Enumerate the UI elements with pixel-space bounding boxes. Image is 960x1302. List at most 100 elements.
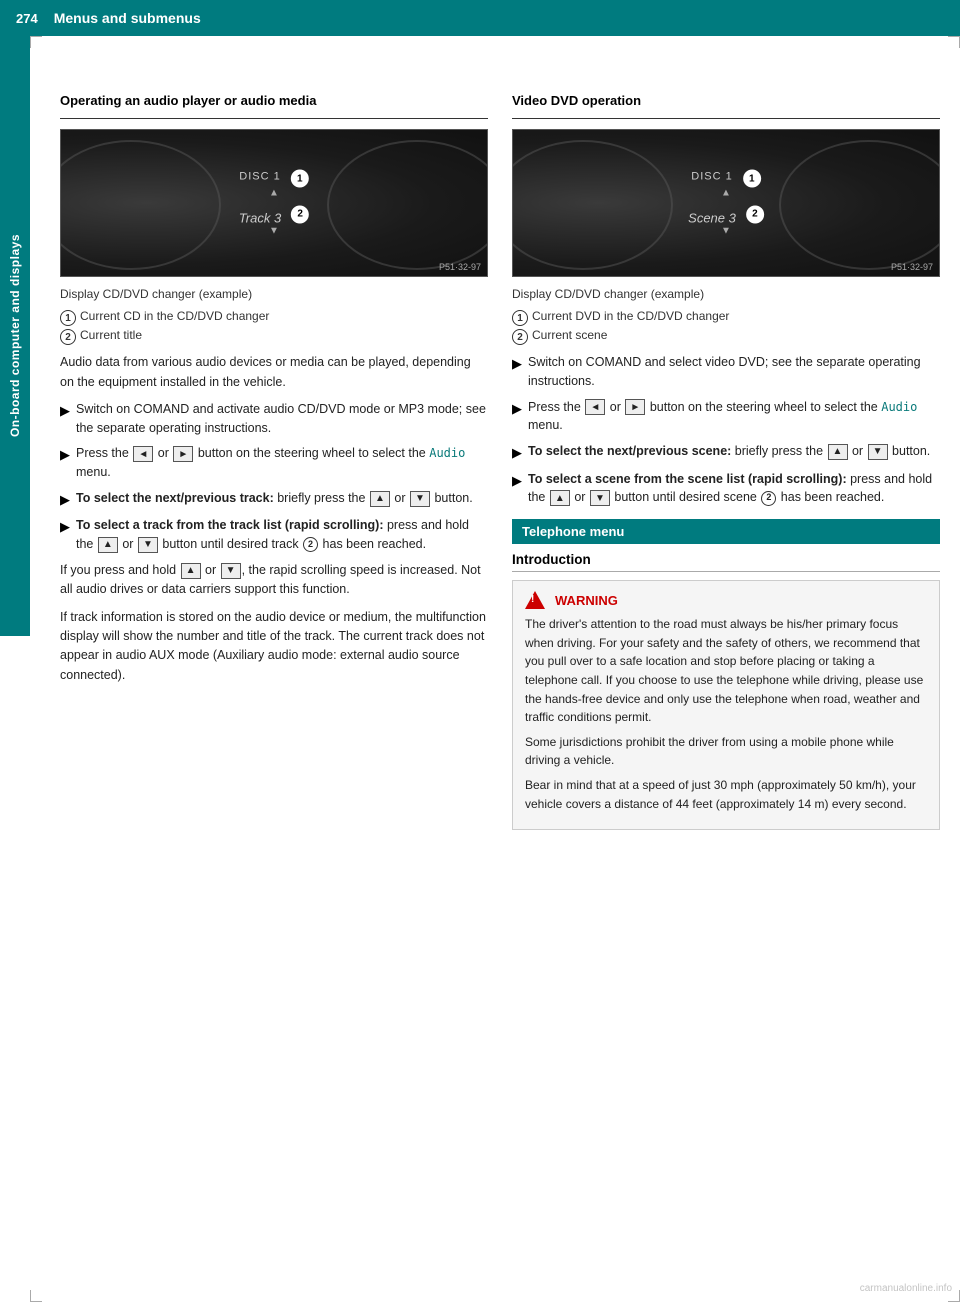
warning-box: WARNING The driver's attention to the ro… (512, 580, 940, 830)
corner-tr (948, 36, 960, 48)
bullet-arrow-4: ▶ (60, 517, 70, 554)
left-bullet-2: ▶ Press the ◄ or ► button on the steerin… (60, 444, 488, 482)
page-number: 274 (16, 11, 38, 26)
btn-down-3: ▼ (410, 491, 430, 507)
left-display-image: DISC 1 1 ▲ Track 3 2 ▼ P51·32-97 (60, 129, 488, 277)
left-body-para: Audio data from various audio devices or… (60, 353, 488, 392)
img-ref-right: P51·32-97 (891, 262, 933, 272)
right-btn-up-3: ▲ (828, 444, 848, 460)
circle-scene: 2 (761, 491, 776, 506)
center-display-right: DISC 1 1 ▲ Scene 3 2 ▼ (688, 170, 764, 237)
right-bullet-2: ▶ Press the ◄ or ► button on the steerin… (512, 398, 940, 436)
disc-label-left: DISC 1 (239, 171, 280, 183)
right-bullet-3-text: To select the next/previous scene: brief… (528, 442, 940, 463)
main-content: Operating an audio player or audio media… (50, 72, 960, 850)
badge1-left: 1 (291, 170, 309, 188)
left-caption-item-1: 1 Current CD in the CD/DVD changer (60, 309, 488, 326)
right-bullet-1-text: Switch on COMAND and select video DVD; s… (528, 353, 940, 391)
btn-up-3: ▲ (370, 491, 390, 507)
bullet-arrow-1: ▶ (60, 401, 70, 438)
center-display-left: DISC 1 1 ▲ Track 3 2 ▼ (239, 170, 309, 237)
track-label-left: Track 3 (239, 211, 281, 226)
corner-bl (30, 1290, 42, 1302)
disc-label-right: DISC 1 (691, 171, 732, 183)
btn-prev-icon: ◄ (133, 446, 153, 462)
intro-title: Introduction (512, 552, 940, 572)
right-audio-menu: Audio (881, 400, 917, 414)
header-bar: 274 Menus and submenus (0, 0, 960, 36)
right-bullet-arrow-1: ▶ (512, 354, 522, 391)
left-caption-num-1: 1 (60, 310, 76, 326)
left-bullet-2-text: Press the ◄ or ► button on the steering … (76, 444, 488, 482)
img-ref-left: P51·32-97 (439, 262, 481, 272)
arrow-up-right: ▲ (688, 188, 764, 199)
right-bullet-arrow-4: ▶ (512, 471, 522, 508)
watermark: carmanualonline.info (860, 1283, 952, 1294)
warning-triangle-icon (525, 591, 545, 609)
left-caption-item-2: 2 Current title (60, 328, 488, 345)
badge2-right: 2 (746, 205, 764, 223)
badge1-right: 1 (743, 170, 761, 188)
right-caption-item-2: 2 Current scene (512, 328, 940, 345)
right-caption-num-2: 2 (512, 329, 528, 345)
right-bullet-2-text: Press the ◄ or ► button on the steering … (528, 398, 940, 436)
telephone-header: Telephone menu (512, 519, 940, 544)
right-divider (512, 118, 940, 119)
left-bullet-4-text: To select a track from the track list (r… (76, 516, 488, 554)
left-bullet-3-text: To select the next/previous track: brief… (76, 489, 488, 510)
badge2-left: 2 (291, 205, 309, 223)
right-btn-down-4: ▼ (590, 490, 610, 506)
bold-key-3: To select the next/previous track: (76, 491, 274, 505)
right-bullet-3: ▶ To select the next/previous scene: bri… (512, 442, 940, 463)
bullet-arrow-2: ▶ (60, 445, 70, 482)
left-caption-text-1: Current CD in the CD/DVD changer (80, 309, 269, 323)
right-bold-key-4: To select a scene from the scene list (r… (528, 472, 847, 486)
warning-para-3: Bear in mind that at a speed of just 30 … (525, 776, 927, 813)
btn-up-4: ▲ (98, 537, 118, 553)
arrow-down-right: ▼ (688, 226, 764, 237)
left-bullet-1: ▶ Switch on COMAND and activate audio CD… (60, 400, 488, 438)
arrow-down-left: ▼ (239, 226, 309, 237)
right-btn-up-4: ▲ (550, 490, 570, 506)
bullet-arrow-3: ▶ (60, 490, 70, 510)
right-caption-title: Display CD/DVD changer (example) (512, 285, 940, 303)
circle-track: 2 (303, 537, 318, 552)
left-caption-title: Display CD/DVD changer (example) (60, 285, 488, 303)
side-tab-label: On-board computer and displays (8, 234, 22, 437)
right-caption-item-1: 1 Current DVD in the CD/DVD changer (512, 309, 940, 326)
left-bullet-4: ▶ To select a track from the track list … (60, 516, 488, 554)
right-display-image: DISC 1 1 ▲ Scene 3 2 ▼ P51·32-97 (512, 129, 940, 277)
audio-menu-ref: Audio (429, 446, 465, 460)
left-column: Operating an audio player or audio media… (60, 92, 488, 830)
left-bullet-3: ▶ To select the next/previous track: bri… (60, 489, 488, 510)
left-caption-text-2: Current title (80, 328, 142, 342)
right-bullet-arrow-2: ▶ (512, 399, 522, 436)
side-tab: On-board computer and displays (0, 36, 30, 636)
warning-para-2: Some jurisdictions prohibit the driver f… (525, 733, 927, 770)
rapid-scroll-note: If you press and hold ▲ or ▼, the rapid … (60, 561, 488, 600)
right-bullet-4-text: To select a scene from the scene list (r… (528, 470, 940, 508)
arrow-up-left: ▲ (239, 188, 309, 199)
btn-down-4: ▼ (138, 537, 158, 553)
right-btn-prev: ◄ (585, 399, 605, 415)
right-btn-down-3: ▼ (868, 444, 888, 460)
left-divider (60, 118, 488, 119)
left-bullet-1-text: Switch on COMAND and activate audio CD/D… (76, 400, 488, 438)
warning-title: WARNING (525, 591, 927, 609)
right-section-title: Video DVD operation (512, 92, 940, 110)
right-bold-key-3: To select the next/previous scene: (528, 444, 731, 458)
right-caption-num-1: 1 (512, 310, 528, 326)
bold-key-4: To select a track from the track list (r… (76, 518, 384, 532)
right-bullet-4: ▶ To select a scene from the scene list … (512, 470, 940, 508)
btn-up-note: ▲ (181, 563, 201, 579)
right-bullet-1: ▶ Switch on COMAND and select video DVD;… (512, 353, 940, 391)
left-section-title: Operating an audio player or audio media (60, 92, 488, 110)
left-caption-num-2: 2 (60, 329, 76, 345)
track-info-note: If track information is stored on the au… (60, 608, 488, 686)
btn-next-icon: ► (173, 446, 193, 462)
right-bullet-arrow-3: ▶ (512, 443, 522, 463)
scene-label-right: Scene 3 (688, 211, 736, 226)
header-title: Menus and submenus (54, 10, 201, 26)
right-caption-text-1: Current DVD in the CD/DVD changer (532, 309, 729, 323)
right-column: Video DVD operation DISC 1 1 ▲ Scene 3 2… (512, 92, 940, 830)
